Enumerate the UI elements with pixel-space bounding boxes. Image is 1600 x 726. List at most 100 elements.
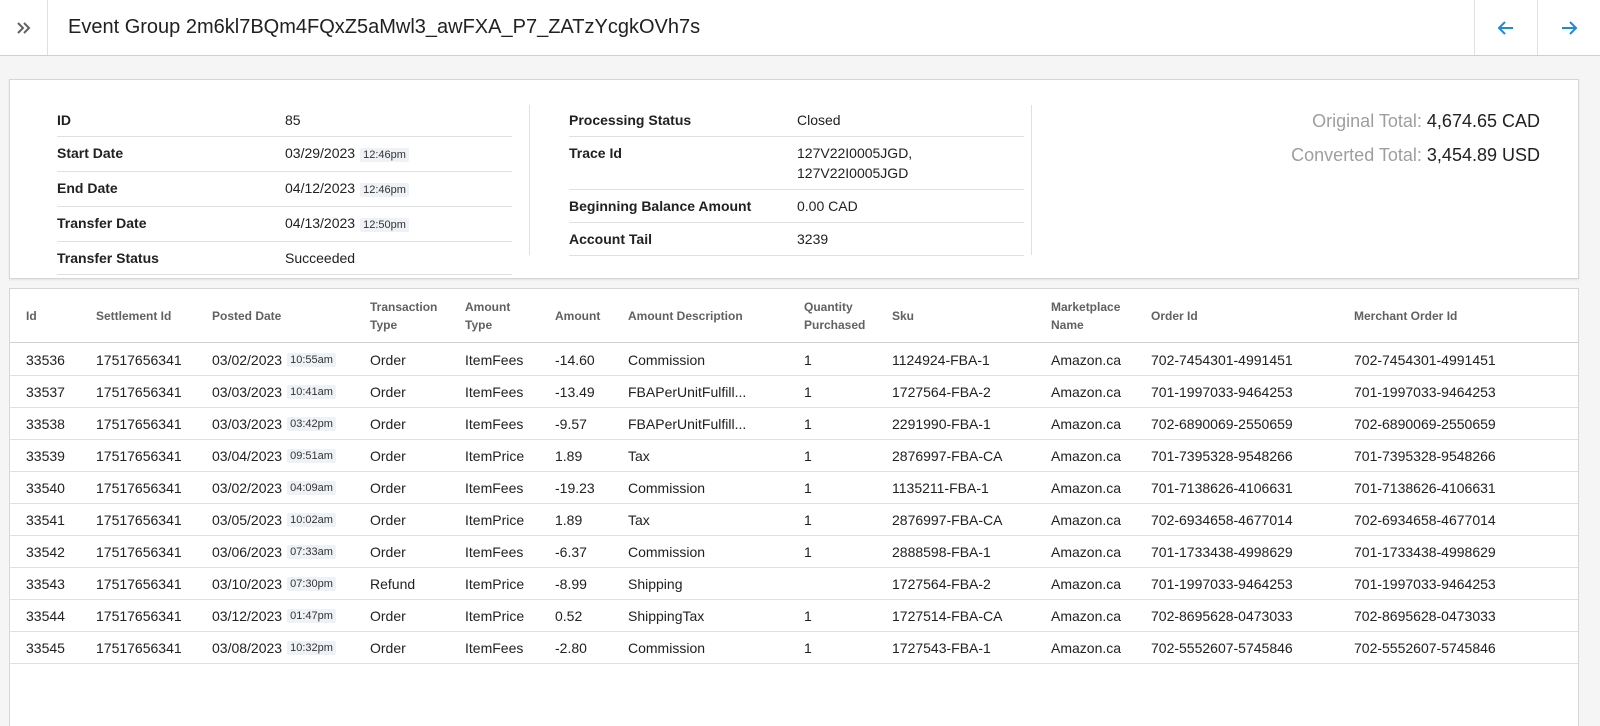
column-header-transaction-type[interactable]: Transaction Type <box>370 289 437 343</box>
double-chevron-right-icon <box>16 21 30 34</box>
table-header: Id Settlement Id Posted Date Transaction Typ… <box>10 289 1578 343</box>
cell-order-id: 702-5552607-5745846 <box>1151 632 1293 663</box>
id-value: 33544 <box>26 607 65 624</box>
time-badge: 03:42pm <box>287 416 336 431</box>
cell-order-id: 701-7138626-4106631 <box>1151 472 1293 503</box>
column-header-order-id[interactable]: Order Id <box>1151 289 1198 343</box>
summary-value: 03/29/2023 12:46pm <box>285 143 512 165</box>
table-row[interactable]: 33538 17517656341 03/03/2023 03:42pm Order It… <box>10 408 1578 440</box>
time-badge: 01:47pm <box>287 608 336 623</box>
summary-row-start-date: Start Date 03/29/2023 12:46pm <box>57 137 512 172</box>
next-button[interactable] <box>1537 0 1600 55</box>
column-header-label: Quantity Purchased <box>804 298 865 334</box>
cell-settlement-id: 17517656341 <box>96 472 182 503</box>
amount-type-value: ItemPrice <box>465 607 525 624</box>
summary-key: Beginning Balance Amount <box>569 198 752 214</box>
settlement-id-value: 17517656341 <box>96 607 182 624</box>
amount-description-value: FBAPerUnitFulfill... <box>628 415 747 432</box>
column-header-marketplace-name[interactable]: Marketplace Name <box>1051 289 1120 343</box>
sku-value: 1124924-FBA-1 <box>892 351 990 368</box>
table-row[interactable]: 33537 17517656341 03/03/2023 10:41am Order It… <box>10 376 1578 408</box>
column-header-text: Order Id <box>1151 309 1198 323</box>
time-badge: 12:46pm <box>360 148 409 162</box>
sku-value: 2888598-FBA-1 <box>892 543 991 560</box>
cell-id: 33538 <box>26 408 65 439</box>
time-badge: 10:02am <box>287 512 336 527</box>
settlement-id-value: 17517656341 <box>96 575 182 592</box>
column-header-posted-date[interactable]: Posted Date <box>212 289 281 343</box>
cell-id: 33542 <box>26 536 65 567</box>
cell-posted-date: 03/06/2023 07:33am <box>212 536 336 567</box>
column-header-label: Sku <box>892 307 914 325</box>
table-row[interactable]: 33536 17517656341 03/02/2023 10:55am Order It… <box>10 344 1578 376</box>
id-value: 33541 <box>26 511 65 528</box>
column-header-text: Settlement Id <box>96 309 172 323</box>
column-header-quantity-purchased[interactable]: Quantity Purchased <box>804 289 865 343</box>
column-header-amount[interactable]: Amount <box>555 289 600 343</box>
cell-quantity-purchased: 1 <box>804 376 812 407</box>
column-header-text: Amount <box>555 309 601 323</box>
column-header-label: Amount <box>555 307 600 325</box>
cell-id: 33540 <box>26 472 65 503</box>
summary-row-id: ID 85 <box>57 104 512 137</box>
table-row[interactable]: 33540 17517656341 03/02/2023 04:09am Order It… <box>10 472 1578 504</box>
column-header-text: Id <box>26 309 37 323</box>
cell-marketplace-name: Amazon.ca <box>1051 600 1121 631</box>
table-row[interactable]: 33544 17517656341 03/12/2023 01:47pm Order It… <box>10 600 1578 632</box>
converted-total-label: Converted Total: <box>1291 145 1422 165</box>
cell-sku: 2876997-FBA-CA <box>892 504 1003 535</box>
id-value: 33539 <box>26 447 65 464</box>
summary-left-list: ID 85 Start Date 03/29/2023 12:46pm End D… <box>57 104 512 275</box>
summary-key: ID <box>57 112 71 128</box>
column-header-id[interactable]: Id <box>26 289 37 343</box>
cell-transaction-type: Order <box>370 536 406 567</box>
column-header-amount-description[interactable]: Amount Description <box>628 289 743 343</box>
cell-marketplace-name: Amazon.ca <box>1051 472 1121 503</box>
column-header-amount-type[interactable]: Amount Type <box>465 289 510 343</box>
previous-button[interactable] <box>1474 0 1537 55</box>
beginning-balance-value: 0.00 CAD <box>797 198 858 214</box>
transaction-type-value: Order <box>370 479 406 496</box>
marketplace-name-value: Amazon.ca <box>1051 511 1122 528</box>
cell-amount: -8.99 <box>555 568 587 599</box>
column-header-settlement-id[interactable]: Settlement Id <box>96 289 171 343</box>
cell-posted-date: 03/08/2023 10:32pm <box>212 632 336 663</box>
amount-type-value: ItemFees <box>465 479 524 496</box>
order-id-value: 701-7138626-4106631 <box>1151 479 1293 496</box>
table-row[interactable]: 33543 17517656341 03/10/2023 07:30pm Refund I… <box>10 568 1578 600</box>
table-row[interactable]: 33541 17517656341 03/05/2023 10:02am Order It… <box>10 504 1578 536</box>
posted-date-value: 03/05/2023 <box>212 511 283 528</box>
table-row[interactable]: 33542 17517656341 03/06/2023 07:33am Order It… <box>10 536 1578 568</box>
posted-date-value: 03/03/2023 <box>212 415 283 432</box>
time-badge: 07:33am <box>287 544 336 559</box>
column-header-text: Quantity <box>804 300 853 314</box>
column-header-label: Id <box>26 307 37 325</box>
merchant-order-id-value: 701-1997033-9464253 <box>1354 383 1496 400</box>
column-header-merchant-order-id[interactable]: Merchant Order Id <box>1354 289 1457 343</box>
cell-settlement-id: 17517656341 <box>96 568 182 599</box>
column-header-sku[interactable]: Sku <box>892 289 914 343</box>
transaction-type-value: Refund <box>370 575 416 592</box>
marketplace-name-value: Amazon.ca <box>1051 383 1122 400</box>
cell-amount: -9.57 <box>555 408 587 439</box>
settlement-id-value: 17517656341 <box>96 639 182 656</box>
amount-type-value: ItemFees <box>465 351 524 368</box>
summary-row-transfer-date: Transfer Date 04/13/2023 12:50pm <box>57 207 512 242</box>
cell-transaction-type: Order <box>370 600 406 631</box>
transfer-status-value: Succeeded <box>285 250 356 266</box>
sku-value: 2291990-FBA-1 <box>892 415 991 432</box>
cell-amount-description: FBAPerUnitFulfill... <box>628 376 746 407</box>
amount-description-value: Commission <box>628 351 706 368</box>
sidebar-toggle-button[interactable] <box>0 0 48 55</box>
table-row[interactable]: 33539 17517656341 03/04/2023 09:51am Order It… <box>10 440 1578 472</box>
table-row[interactable]: 33545 17517656341 03/08/2023 10:32pm Order It… <box>10 632 1578 664</box>
cell-posted-date: 03/05/2023 10:02am <box>212 504 336 535</box>
amount-type-value: ItemPrice <box>465 575 525 592</box>
order-id-value: 701-7395328-9548266 <box>1151 447 1293 464</box>
start-date-value: 03/29/2023 <box>285 145 356 161</box>
sku-value: 1727543-FBA-1 <box>892 639 991 656</box>
cell-merchant-order-id: 702-5552607-5745846 <box>1354 632 1496 663</box>
settlement-id-value: 17517656341 <box>96 351 182 368</box>
summary-middle-list: Processing Status Closed Trace Id 127V22… <box>569 104 1024 256</box>
marketplace-name-value: Amazon.ca <box>1051 575 1122 592</box>
